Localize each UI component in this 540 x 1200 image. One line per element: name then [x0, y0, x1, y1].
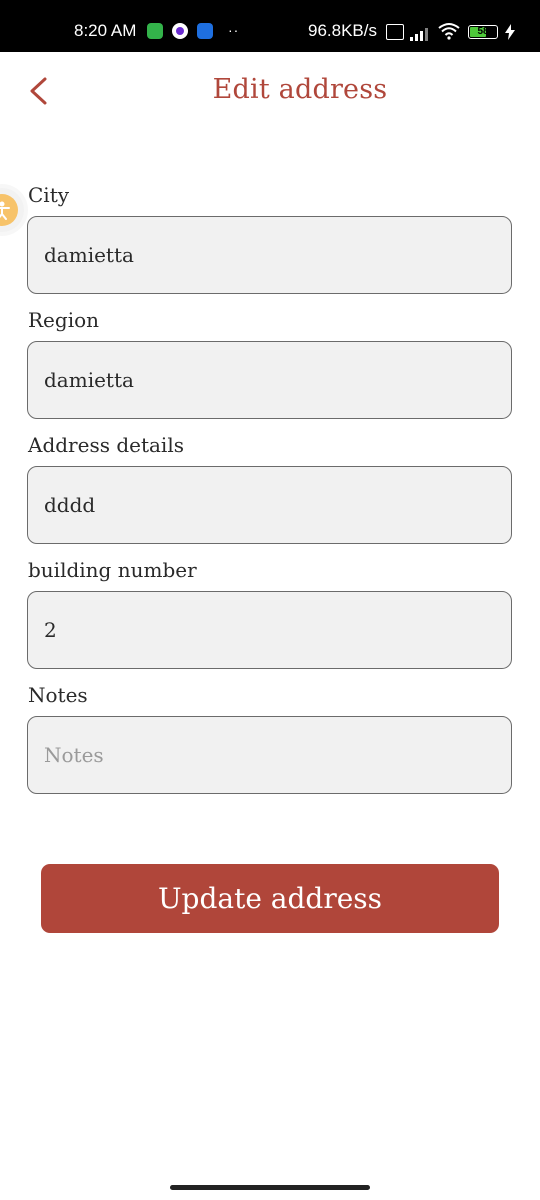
- address-details-label: Address details: [28, 433, 184, 457]
- charging-icon: [505, 24, 515, 40]
- region-label: Region: [28, 308, 100, 332]
- app-notification-icon: [147, 23, 163, 39]
- status-bar: 8:20 AM ·· 96.8KB/s 58: [0, 0, 540, 52]
- address-details-input[interactable]: dddd: [27, 466, 512, 544]
- notes-label: Notes: [28, 683, 88, 707]
- floating-assist-button[interactable]: [0, 188, 24, 232]
- notes-input[interactable]: Notes: [27, 716, 512, 794]
- home-indicator[interactable]: [170, 1185, 370, 1190]
- city-value: damietta: [44, 243, 134, 267]
- building-number-input[interactable]: 2: [27, 591, 512, 669]
- app-notification-icon: [197, 23, 213, 39]
- city-label: City: [28, 183, 70, 207]
- accessibility-icon: [0, 201, 10, 220]
- page-title: Edit address: [212, 74, 388, 105]
- battery-level: 58: [477, 26, 489, 37]
- address-details-value: dddd: [44, 493, 96, 517]
- region-value: damietta: [44, 368, 134, 392]
- building-number-value: 2: [44, 618, 57, 642]
- signal-icon: [410, 25, 432, 41]
- building-number-label: building number: [28, 558, 197, 582]
- network-speed: 96.8KB/s: [308, 21, 377, 40]
- volte-icon: [386, 24, 404, 40]
- update-address-button[interactable]: Update address: [41, 864, 499, 933]
- app-notification-icon: [172, 23, 188, 39]
- region-input[interactable]: damietta: [27, 341, 512, 419]
- status-time: 8:20 AM: [74, 21, 137, 40]
- wifi-icon: [438, 23, 460, 40]
- more-notifications-indicator: ··: [228, 22, 240, 38]
- notes-placeholder: Notes: [44, 743, 104, 767]
- city-input[interactable]: damietta: [27, 216, 512, 294]
- battery-icon: 58: [468, 25, 498, 39]
